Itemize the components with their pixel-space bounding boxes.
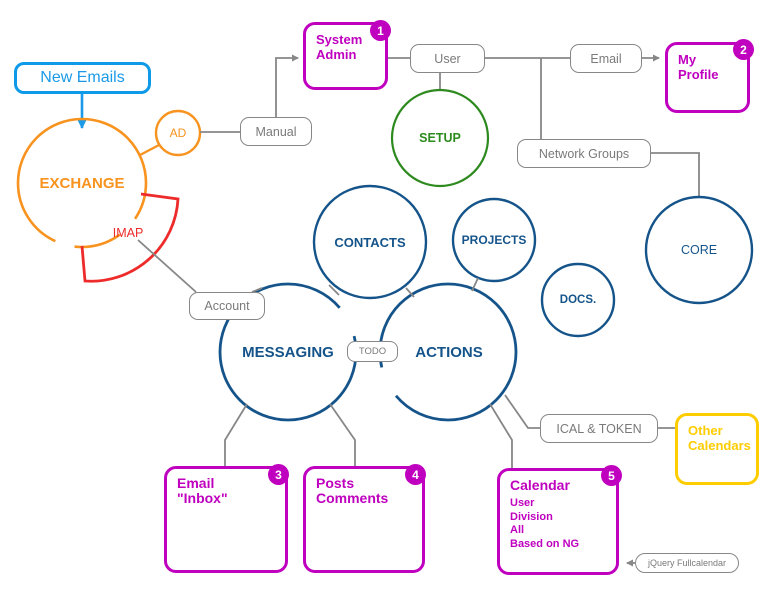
network-groups-label: Network Groups [538,146,630,161]
calendar-subtitle: User Division All Based on NG [510,497,580,550]
actions-label: ACTIONS [415,343,483,361]
manual-pill[interactable]: Manual [240,117,312,146]
wire-messaging-to-posts [329,403,356,466]
messaging-label: MESSAGING [242,343,334,361]
core-label: CORE [680,243,718,257]
todo-pill[interactable]: TODO [347,341,398,362]
jquery-fullcalendar-pill[interactable]: jQuery Fullcalendar [635,553,739,573]
calendar-title: Calendar [510,477,570,493]
account-label: Account [204,299,250,313]
other-calendars-title: Other Calendars [688,423,751,453]
posts-comments-badge: 4 [405,464,426,485]
email-label: Email [590,51,622,66]
system-admin-card[interactable]: System Admin 1 [303,20,391,90]
my-profile-badge: 2 [733,39,754,60]
contacts-label: CONTACTS [334,234,406,250]
new-emails-box[interactable]: New Emails [14,62,151,94]
email-pill[interactable]: Email [570,44,642,73]
user-label: User [434,51,461,66]
wire-manual-to-system-admin [275,54,299,117]
other-calendars-card[interactable]: Other Calendars [675,413,759,485]
wire-imap-to-account [137,239,197,293]
network-groups-pill[interactable]: Network Groups [517,139,651,168]
jquery-fullcalendar-label: jQuery Fullcalendar [647,558,727,568]
wire-actions-to-ical [504,394,540,429]
wire-exchange-to-ad [139,143,160,157]
email-inbox-badge: 3 [268,464,289,485]
calendar-badge: 5 [601,465,622,486]
setup-label: SETUP [419,131,461,145]
docs-label: DOCS. [559,294,597,306]
imap-label: IMAP [112,226,144,240]
ical-token-pill[interactable]: ICAL & TOKEN [540,414,658,443]
wire-messaging-to-email-inbox [224,403,248,466]
ad-label: AD [169,126,187,140]
my-profile-card[interactable]: My Profile 2 [665,39,754,113]
projects-label: PROJECTS [461,233,527,247]
todo-label: TODO [358,346,387,357]
posts-comments-title: Posts Comments [316,475,389,506]
email-inbox-card[interactable]: Email "Inbox" 3 [164,464,289,573]
manual-label: Manual [255,124,297,139]
ical-token-label: ICAL & TOKEN [556,421,642,436]
system-admin-title: System Admin [316,32,363,62]
account-pill[interactable]: Account [189,292,265,320]
calendar-card[interactable]: Calendar User Division All Based on NG 5 [497,465,622,575]
my-profile-title: My Profile [678,52,719,82]
new-emails-label: New Emails [40,69,125,86]
wire-actions-to-calendar [489,403,513,468]
posts-comments-card[interactable]: Posts Comments 4 [303,464,426,573]
wire-network-groups-to-core [651,152,700,197]
diagram-canvas: New Emails EXCHANGE AD IMAP SETUP CONTAC… [0,0,775,600]
email-inbox-title: Email "Inbox" [177,475,228,506]
system-admin-badge: 1 [370,20,391,41]
user-pill[interactable]: User [410,44,485,73]
exchange-label: EXCHANGE [39,174,125,192]
